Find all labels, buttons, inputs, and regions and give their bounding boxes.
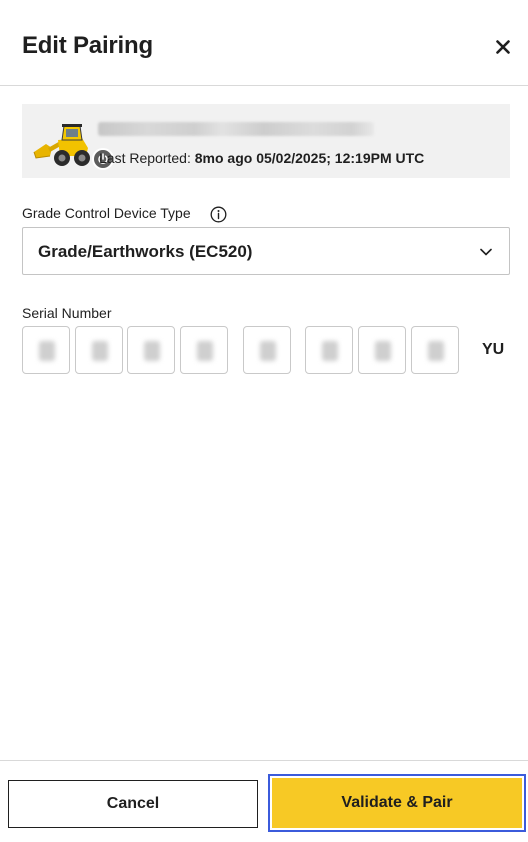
serial-digit-input[interactable] xyxy=(75,326,123,374)
serial-digit-input[interactable] xyxy=(22,326,70,374)
asset-name-redacted xyxy=(98,122,374,136)
serial-digit-input[interactable] xyxy=(358,326,406,374)
serial-digit-input[interactable] xyxy=(411,326,459,374)
serial-digit-input[interactable] xyxy=(305,326,353,374)
validate-pair-button[interactable]: Validate & Pair xyxy=(268,774,526,832)
device-type-selected: Grade/Earthworks (EC520) xyxy=(38,242,253,261)
last-reported: Last Reported: 8mo ago 05/02/2025; 12:19… xyxy=(99,150,424,166)
serial-suffix: YU xyxy=(482,341,505,358)
last-reported-value: 8mo ago 05/02/2025; 12:19PM UTC xyxy=(194,150,425,166)
device-type-label: Grade Control Device Type xyxy=(22,205,191,221)
dialog-footer: Cancel Validate & Pair xyxy=(0,760,528,842)
device-type-select[interactable]: Grade/Earthworks (EC520) xyxy=(22,227,510,275)
cancel-button[interactable]: Cancel xyxy=(8,780,258,828)
last-reported-label: Last Reported: xyxy=(99,150,191,166)
info-icon[interactable] xyxy=(210,206,227,223)
validate-pair-label: Validate & Pair xyxy=(272,778,522,828)
chevron-down-icon xyxy=(480,248,492,256)
wheel-loader-icon xyxy=(33,124,90,166)
close-icon xyxy=(496,40,510,54)
serial-number-label: Serial Number xyxy=(22,305,112,321)
serial-digit-input[interactable] xyxy=(243,326,291,374)
dialog-title: Edit Pairing xyxy=(22,32,153,59)
close-button[interactable] xyxy=(492,36,514,58)
asset-card: Last Reported: 8mo ago 05/02/2025; 12:19… xyxy=(22,104,510,178)
serial-digit-input[interactable] xyxy=(180,326,228,374)
dialog-header: Edit Pairing xyxy=(0,0,528,86)
serial-digit-input[interactable] xyxy=(127,326,175,374)
